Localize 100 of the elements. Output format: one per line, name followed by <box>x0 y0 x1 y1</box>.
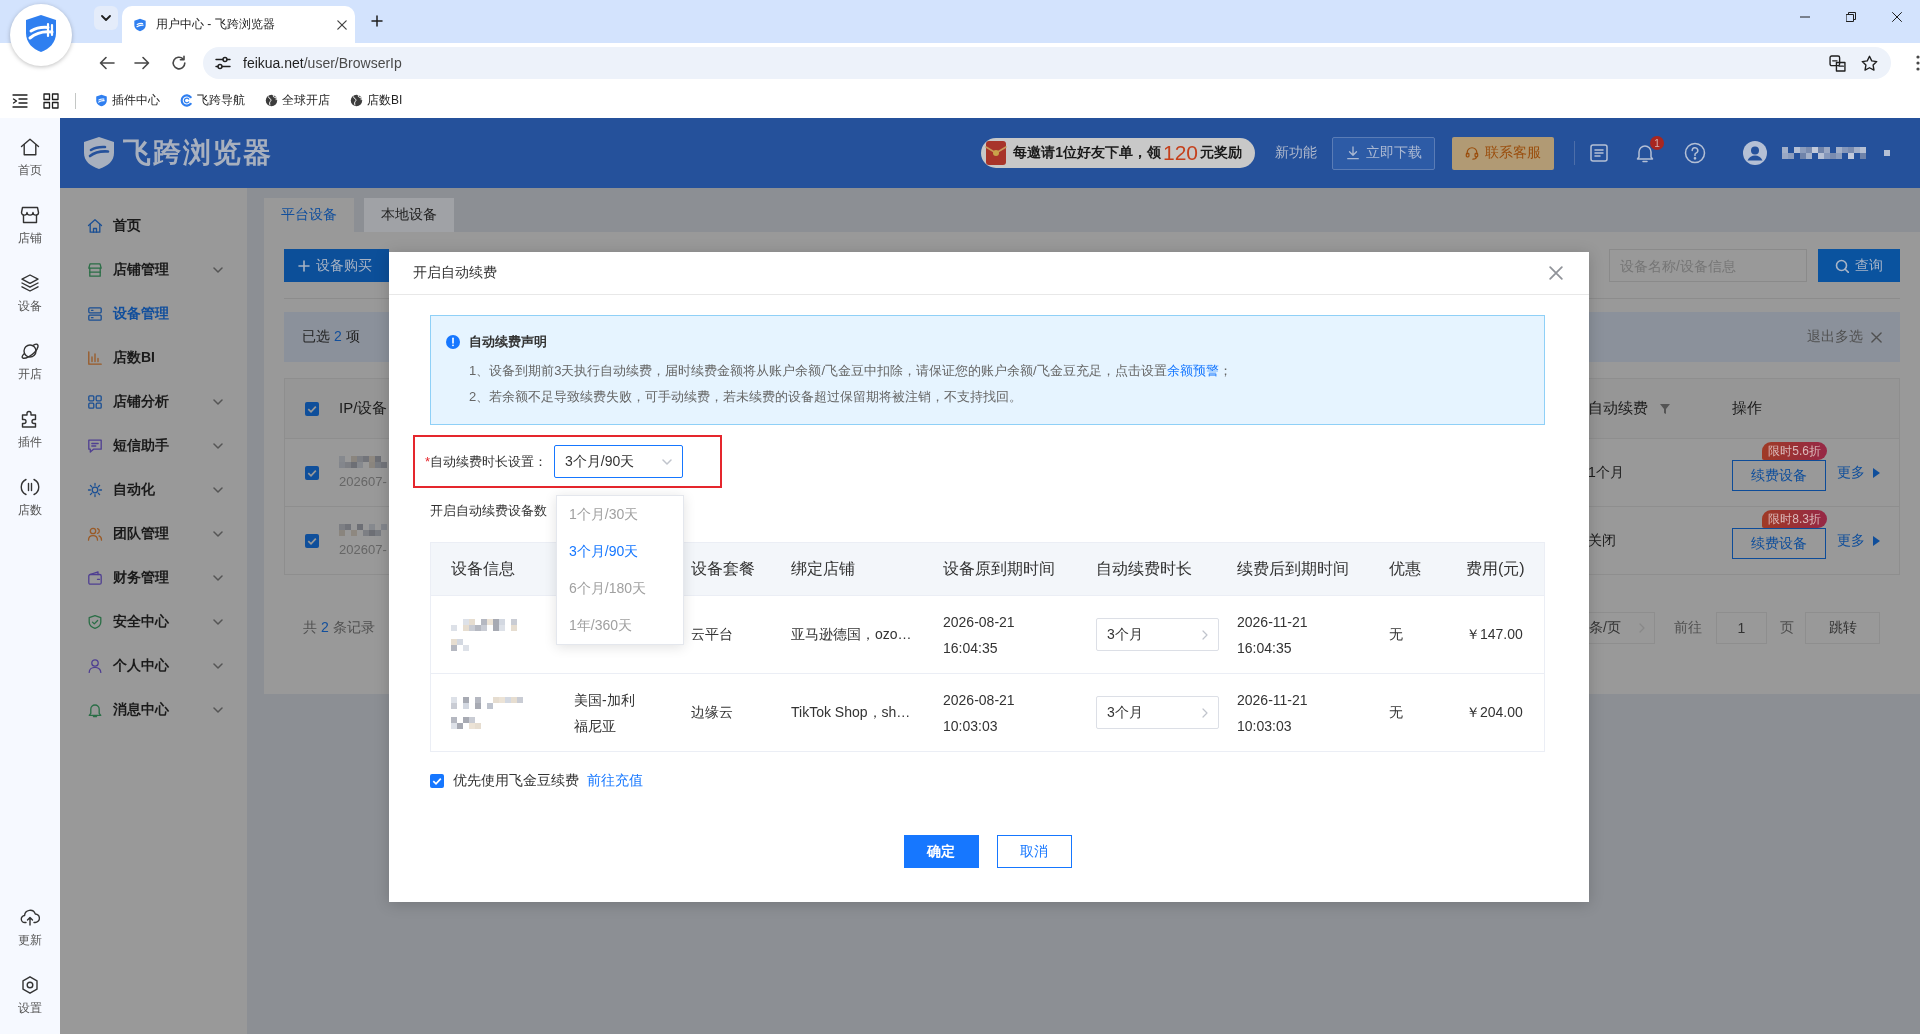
pixelated-text <box>451 638 469 651</box>
chevron-right-icon <box>1202 707 1208 718</box>
forward-icon[interactable] <box>134 55 150 71</box>
star-icon[interactable] <box>1861 54 1878 72</box>
purchase-button[interactable]: 设备购买 <box>284 249 389 282</box>
restore-icon[interactable] <box>1846 12 1856 22</box>
cancel-button[interactable]: 取消 <box>996 835 1072 868</box>
globe-icon <box>265 94 278 107</box>
new-features-link[interactable]: 新功能 <box>1275 144 1317 162</box>
nav-item[interactable]: 更新 <box>0 894 60 962</box>
checkbox[interactable] <box>305 533 319 548</box>
checkbox[interactable] <box>305 401 319 416</box>
bookmark[interactable]: 插件中心 <box>89 87 166 114</box>
checkbox-label: 优先使用飞金豆续费 <box>453 772 579 790</box>
dialog-title: 开启自动续费 <box>413 264 497 282</box>
menu-item[interactable]: 消息中心 <box>60 688 247 732</box>
planet-icon <box>20 341 40 361</box>
chat-icon <box>87 438 103 454</box>
store-icon <box>87 262 103 278</box>
address-bar[interactable]: feikua.net/user/BrowserIp <box>203 47 1891 79</box>
menu-item[interactable]: 团队管理 <box>60 512 247 556</box>
more-vertical-icon[interactable] <box>1916 55 1920 71</box>
close-icon <box>1871 331 1882 343</box>
plus-icon[interactable] <box>371 15 383 27</box>
table-cell: 亚马逊德国，ozo… <box>791 625 912 644</box>
pixelated-text <box>339 456 387 468</box>
dropdown-option[interactable]: 3个月/90天 <box>557 533 683 570</box>
page-label: 页 <box>1780 619 1794 637</box>
translate-icon[interactable] <box>1829 54 1846 72</box>
download-button[interactable]: 立即下载 <box>1332 136 1435 170</box>
info-icon <box>446 335 460 349</box>
bar-chart-icon <box>87 350 103 366</box>
field-label: *自动续费时长设置： <box>425 452 548 471</box>
sliders-icon[interactable] <box>215 55 231 71</box>
chevron-down-icon <box>662 458 673 465</box>
server-icon <box>87 306 103 322</box>
column-header: 自动续费时长 <box>1096 558 1192 579</box>
column-header: 优惠 <box>1389 558 1421 579</box>
jump-button[interactable]: 跳转 <box>1805 612 1880 644</box>
menu-item[interactable]: 个人中心 <box>60 644 247 688</box>
notice-text: 1、设备到期前3天执行自动续费，届时续费金额将从账户余额/飞金豆中扣除，请保证您的账户余额/飞金豆充足，点击设置余额预警； <box>469 362 1233 380</box>
field-label: 开启自动续费设备数 <box>430 502 547 520</box>
menu-item[interactable]: 店铺分析 <box>60 380 247 424</box>
checkbox[interactable] <box>305 465 319 480</box>
reload-icon[interactable] <box>171 55 187 71</box>
column-header: IP/设备 <box>339 399 388 418</box>
menu-item[interactable]: 财务管理 <box>60 556 247 600</box>
renew-duration-select[interactable]: 3个月 <box>1096 696 1219 729</box>
nav-item[interactable]: 设置 <box>0 962 60 1030</box>
help-icon[interactable] <box>1684 142 1706 164</box>
pixelated-text <box>451 716 481 729</box>
document-icon[interactable] <box>1590 144 1608 162</box>
notification-badge: 1 <box>1650 136 1664 150</box>
renew-duration-select[interactable]: 3个月 <box>1096 618 1219 651</box>
bookmark[interactable]: 店数BI <box>344 87 409 114</box>
menu-item[interactable]: 短信助手 <box>60 424 247 468</box>
table-cell: 1个月 <box>1588 463 1624 482</box>
recharge-link[interactable]: 前往充值 <box>587 772 643 790</box>
store-icon <box>20 205 40 225</box>
filter-icon[interactable] <box>1660 403 1670 414</box>
column-header: 续费后到期时间 <box>1237 558 1349 579</box>
bell-icon[interactable] <box>1635 143 1655 163</box>
chevron-down-icon <box>101 15 111 21</box>
browser-tab[interactable]: 用户中心 - 飞跨浏览器 <box>122 6 355 43</box>
table-cell: ￥204.00 <box>1466 703 1523 722</box>
nav-item[interactable]: 首页 <box>0 124 60 192</box>
nav-item[interactable]: 店数 <box>0 464 60 532</box>
nav-item[interactable]: 店铺 <box>0 192 60 260</box>
promo-banner[interactable]: 每邀请1位好友下单，领 120 元奖励 <box>981 138 1255 168</box>
close-icon[interactable] <box>337 19 347 30</box>
close-icon[interactable] <box>1892 12 1902 22</box>
shield-logo-icon <box>83 136 115 170</box>
page-input[interactable]: 1 <box>1716 612 1767 644</box>
nav-item[interactable]: 设备 <box>0 260 60 328</box>
shield-logo-icon <box>95 94 108 107</box>
selection-count: 已选 2 项 <box>302 328 360 346</box>
menu-item[interactable]: 首页 <box>60 204 247 248</box>
query-button[interactable]: 查询 <box>1818 249 1900 282</box>
bookmark[interactable]: 飞跨导航 <box>174 87 251 114</box>
balance-alert-link[interactable]: 余额预警 <box>1166 363 1219 378</box>
confirm-button[interactable]: 确定 <box>903 835 979 868</box>
menu-item[interactable]: 安全中心 <box>60 600 247 644</box>
headset-icon <box>1465 146 1479 160</box>
nav-item[interactable]: 插件 <box>0 396 60 464</box>
duration-select[interactable]: 3个月/90天 <box>554 445 684 478</box>
tab[interactable]: 本地设备 <box>364 198 454 232</box>
bookmark[interactable]: 全球开店 <box>259 87 336 114</box>
bracket-bars-icon <box>20 477 40 497</box>
table-cell: 无 <box>1389 703 1403 722</box>
avatar-icon[interactable] <box>1743 141 1767 165</box>
column-header: 设备原到期时间 <box>943 558 1055 579</box>
menu-item[interactable]: 店数BI <box>60 336 247 380</box>
tab-list-button[interactable] <box>94 6 118 30</box>
apps-grid-icon[interactable] <box>43 92 59 109</box>
checkbox[interactable] <box>430 774 444 788</box>
nav-item[interactable]: 开店 <box>0 328 60 396</box>
menu-item[interactable]: 店铺管理 <box>60 248 247 292</box>
side-panel-icon[interactable] <box>12 92 28 109</box>
back-icon[interactable] <box>99 55 115 71</box>
menu-item[interactable]: 自动化 <box>60 468 247 512</box>
